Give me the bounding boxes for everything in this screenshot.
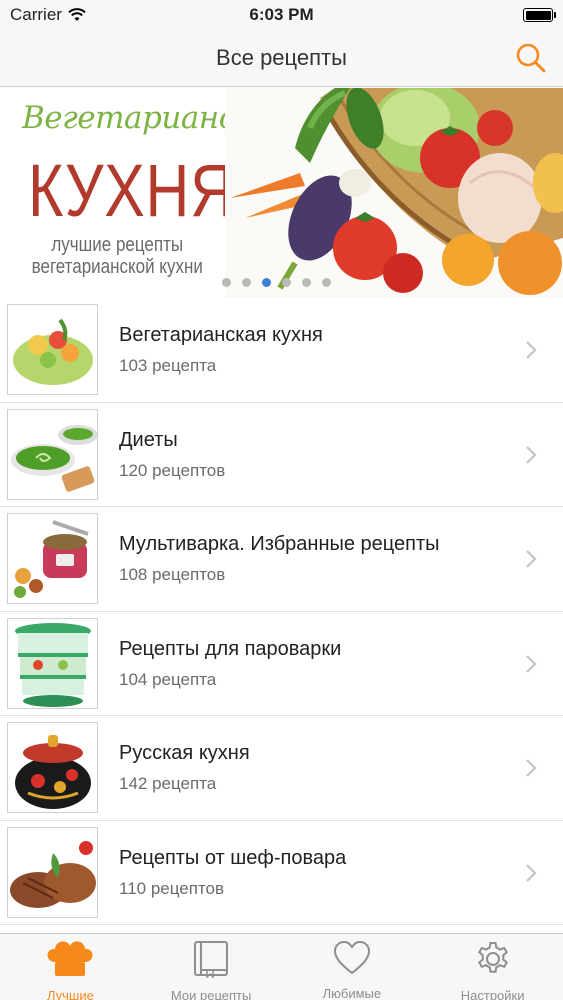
search-button[interactable]	[515, 42, 547, 74]
tab-label: Настройки	[460, 988, 525, 1000]
carousel-dot[interactable]	[302, 278, 311, 287]
category-texts: Рецепты от шеф-повара 110 рецептов	[119, 847, 346, 899]
tab-label: Лучшие	[46, 988, 94, 1000]
category-title: Рецепты от шеф-повара	[119, 846, 347, 869]
vegetable-basket-image	[225, 88, 563, 298]
chevron-right-icon	[526, 550, 537, 568]
chevron-right-icon	[526, 341, 537, 359]
category-row[interactable]: Русская кухня 142 рецепта	[0, 716, 563, 821]
chef-hat-icon	[42, 940, 98, 978]
battery-level	[525, 10, 551, 20]
carrier-label: Carrier	[10, 5, 62, 24]
category-row[interactable]: Мультиварка. Избранные рецепты 108 рецепт…	[0, 507, 563, 612]
category-title: Рецепты для пароварки	[119, 637, 342, 660]
category-row[interactable]: Вегетарианская кухня 103 рецепта	[0, 298, 563, 403]
category-count: 103 рецепта	[119, 356, 217, 375]
category-title: Русская кухня	[119, 742, 250, 764]
carousel-dot[interactable]	[262, 278, 271, 287]
carousel-dot[interactable]	[242, 278, 251, 287]
category-row[interactable]: Рецепты для пароварки 104 рецепта	[0, 612, 563, 716]
category-texts: Вегетарианская кухня 103 рецепта	[119, 324, 323, 376]
category-count: 110 рецептов	[119, 878, 225, 898]
status-bar: Carrier 6:03 PM	[0, 0, 563, 30]
category-count: 104 рецепта	[119, 669, 217, 689]
carousel-dot[interactable]	[322, 278, 331, 287]
chevron-right-icon	[526, 863, 537, 882]
tab-my-recipes[interactable]: Мои рецепты	[141, 934, 282, 1000]
tab-label: Мои рецепты	[170, 988, 252, 1000]
tab-bar: Лучшие Мои рецепты Любимые Настройки	[0, 933, 563, 1000]
book-icon	[183, 940, 239, 978]
battery-icon	[523, 8, 556, 22]
banner-subtitle-line2: вегетарианской кухни	[31, 256, 203, 278]
category-thumbnail	[7, 408, 98, 500]
navigation-bar: Все рецепты	[0, 30, 563, 87]
category-texts: Русская кухня 142 рецепта	[119, 742, 250, 794]
category-thumbnail	[7, 617, 98, 709]
category-title: Диеты	[119, 428, 178, 451]
tab-label: Любимые	[322, 986, 382, 1000]
category-count: 120 рецептов	[119, 460, 226, 480]
status-left: Carrier	[10, 5, 86, 25]
heart-icon	[324, 940, 380, 976]
category-thumbnail	[7, 826, 98, 918]
category-texts: Мультиварка. Избранные рецепты 108 рецепт…	[119, 533, 440, 585]
carousel-dot[interactable]	[222, 278, 231, 287]
chevron-right-icon	[526, 759, 537, 777]
category-thumbnail	[7, 304, 98, 395]
category-list: Вегетарианская кухня 103 рецепта Диеты 120 …	[0, 298, 563, 933]
tab-settings[interactable]: Настройки	[422, 934, 563, 1000]
category-texts: Рецепты для пароварки 104 рецепта	[119, 638, 341, 690]
category-thumbnail	[7, 513, 98, 604]
banner-carousel[interactable]: Вегетарианская КУХНЯ лучшие рецепты веге…	[0, 88, 563, 298]
chevron-right-icon	[526, 654, 537, 673]
gear-icon	[465, 940, 521, 978]
wifi-icon	[68, 8, 86, 21]
category-thumbnail	[7, 722, 98, 813]
banner-title-line2: КУХНЯ	[28, 149, 235, 232]
banner-text-block: Вегетарианская КУХНЯ лучшие рецепты веге…	[0, 88, 292, 298]
category-row[interactable]: Диеты 120 рецептов	[0, 403, 563, 507]
category-count: 142 рецепта	[119, 774, 217, 793]
category-texts: Диеты 120 рецептов	[119, 429, 225, 481]
category-title: Мультиварка. Избранные рецепты	[119, 533, 440, 555]
tab-favorites[interactable]: Любимые	[282, 934, 423, 1000]
search-icon	[516, 43, 546, 73]
tab-best[interactable]: Лучшие	[0, 934, 141, 1000]
category-count: 108 рецептов	[119, 565, 226, 584]
carousel-page-indicator[interactable]	[222, 278, 331, 287]
carousel-dot[interactable]	[282, 278, 291, 287]
chevron-right-icon	[526, 445, 537, 464]
page-title: Все рецепты	[216, 45, 347, 70]
category-row[interactable]: Рецепты от шеф-повара 110 рецептов	[0, 821, 563, 925]
category-title: Вегетарианская кухня	[119, 324, 323, 346]
banner-subtitle-line1: лучшие рецепты	[51, 234, 184, 256]
